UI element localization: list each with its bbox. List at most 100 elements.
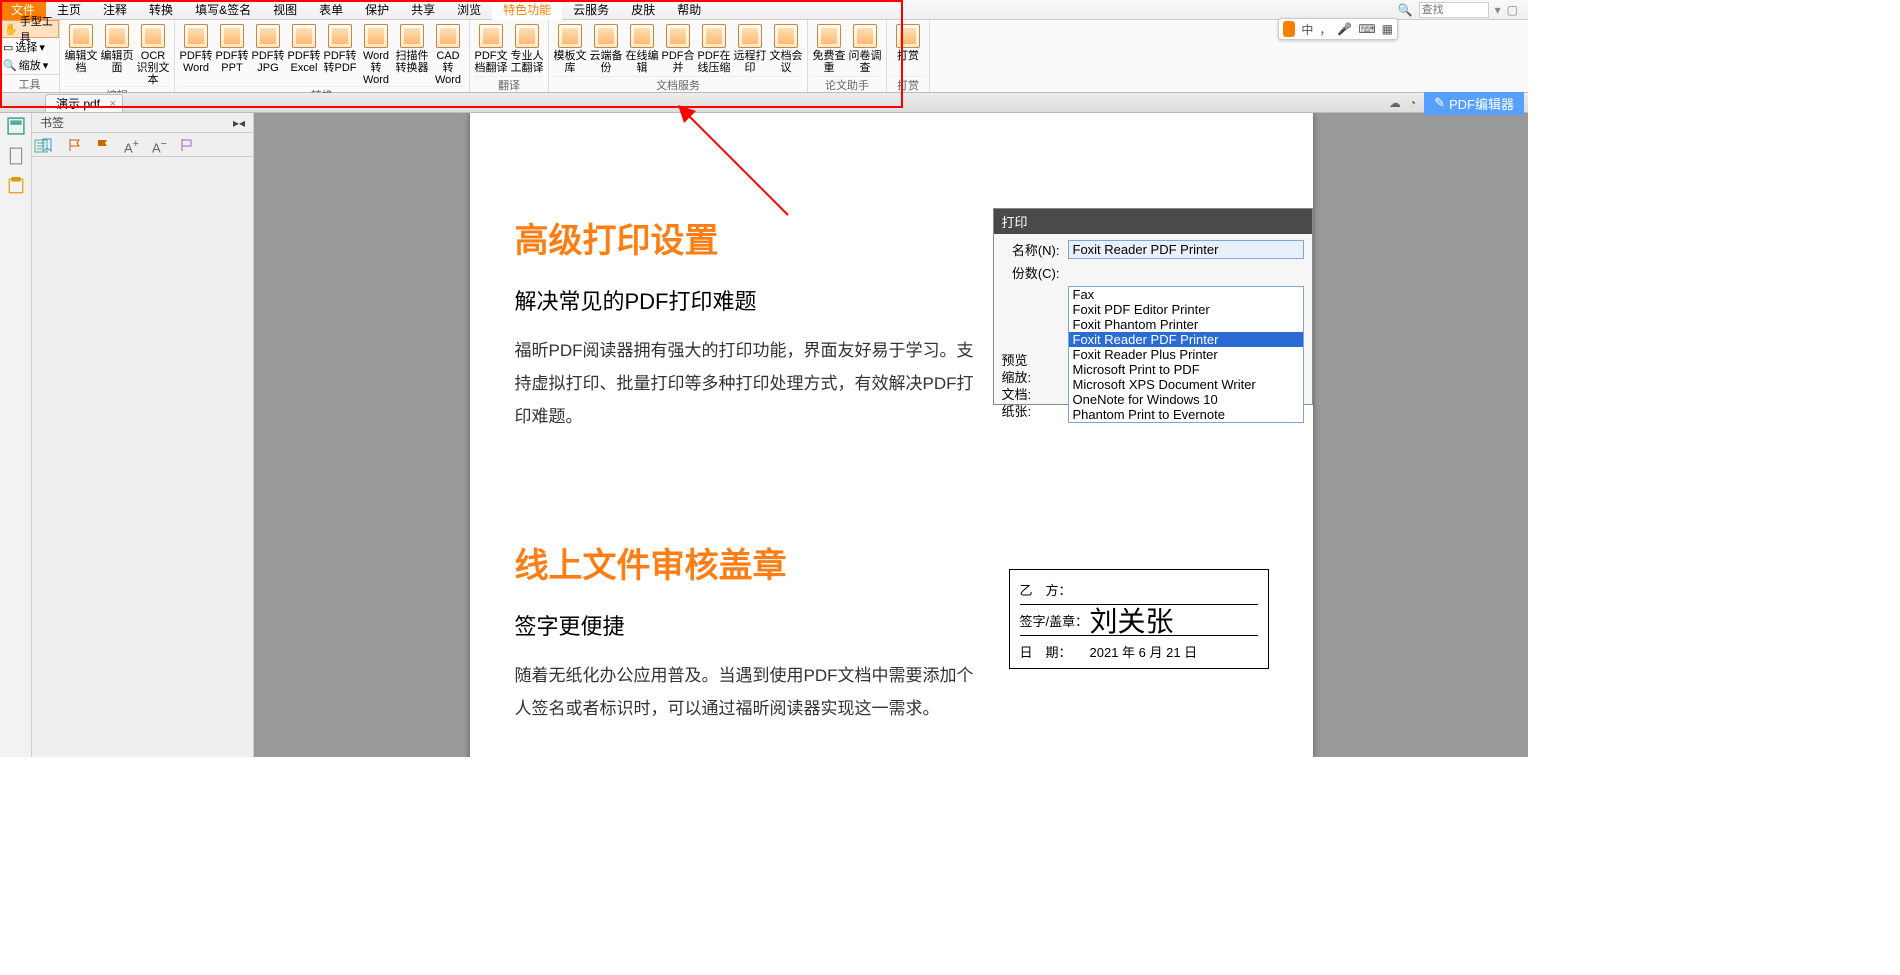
edit-doc-icon [69, 24, 93, 48]
tab-label: 演示.pdf [56, 95, 100, 112]
paragraph-print: 福昕PDF阅读器拥有强大的打印功能，界面友好易于学习。支持虚拟打印、批量打印等多… [515, 334, 975, 433]
rail-page-icon[interactable] [7, 147, 25, 165]
select-tool[interactable]: ▭选择▾ [0, 38, 59, 56]
ime-keyboard-icon[interactable]: ⌨ [1358, 22, 1375, 36]
search-area: 🔍 ▾ ▢ [1398, 2, 1528, 18]
compress-icon [702, 24, 726, 48]
sign-party-label: 乙 方： [1020, 580, 1090, 599]
print-name-select: Foxit Reader PDF Printer [1068, 240, 1304, 259]
cloud-sync-icon[interactable]: ☁ [1389, 96, 1401, 110]
edit-doc-button[interactable]: 编辑文档 [64, 22, 98, 86]
pdf-page: 高级打印设置 解决常见的PDF打印难题 福昕PDF阅读器拥有强大的打印功能，界面… [470, 113, 1313, 757]
print-dialog-title: 打印 [994, 209, 1312, 234]
ime-voice-icon[interactable]: 🎤 [1337, 22, 1352, 36]
word-to-word-button[interactable]: Word转Word [359, 22, 393, 86]
document-tab[interactable]: 演示.pdf × [45, 94, 123, 112]
menu-share[interactable]: 共享 [400, 0, 446, 20]
printer-list: Fax Foxit PDF Editor Printer Foxit Phant… [1068, 286, 1304, 423]
cloud-backup-button[interactable]: 云端备份 [589, 22, 623, 76]
menu-read[interactable]: 浏览 [446, 0, 492, 20]
signature-box-mock: 乙 方： 签字/盖章：刘关张 日 期：2021 年 6 月 21 日 [1009, 569, 1269, 669]
scan-convert-button[interactable]: 扫描件转换器 [395, 22, 429, 86]
menu-fill-sign[interactable]: 填写&签名 [184, 0, 262, 20]
menu-comment[interactable]: 注释 [92, 0, 138, 20]
edit-page-button[interactable]: 编辑页面 [100, 22, 134, 86]
ocr-icon [141, 24, 165, 48]
menu-view[interactable]: 视图 [262, 0, 308, 20]
bm-font-dec-icon[interactable]: A− [152, 138, 166, 152]
user-icon[interactable]: ◔ [1409, 96, 1416, 110]
search-icon[interactable]: 🔍 [1398, 3, 1413, 17]
bookmarks-collapse-icon[interactable]: ▸◂ [233, 116, 245, 130]
printer-opt: Foxit Reader Plus Printer [1069, 347, 1303, 362]
menu-convert[interactable]: 转换 [138, 0, 184, 20]
free-check-button[interactable]: 免费查重 [812, 22, 846, 76]
bm-side-icon[interactable] [34, 139, 48, 153]
hand-tool[interactable]: ✋手型工具 [0, 20, 59, 38]
rail-clipboard-icon[interactable] [7, 177, 25, 195]
ime-punct-icon[interactable]: ， [1319, 21, 1331, 38]
search-dropdown-icon[interactable]: ▾ [1495, 3, 1501, 17]
online-edit-icon [630, 24, 654, 48]
bookmarks-label: 书签 [40, 114, 64, 131]
print-copies-label: 份数(C): [1002, 263, 1060, 282]
menu-special[interactable]: 特色功能 [492, 0, 562, 20]
bm-flag2-icon[interactable] [96, 138, 110, 152]
menu-protect[interactable]: 保护 [354, 0, 400, 20]
sign-date: 2021 年 6 月 21 日 [1090, 642, 1198, 661]
bm-flag-icon[interactable] [68, 138, 82, 152]
pdf-editor-button[interactable]: ✎ PDF编辑器 [1424, 92, 1524, 115]
ime-menu-icon[interactable]: ▦ [1382, 22, 1393, 36]
menu-skin[interactable]: 皮肤 [620, 0, 666, 20]
menu-cloud[interactable]: 云服务 [562, 0, 620, 20]
printer-opt-selected: Foxit Reader PDF Printer [1069, 332, 1303, 347]
online-edit-button[interactable]: 在线编辑 [625, 22, 659, 76]
pdf-excel-icon [292, 24, 316, 48]
zoom-tool[interactable]: 🔍缩放▾ [0, 56, 59, 74]
printer-opt: Microsoft XPS Document Writer [1069, 377, 1303, 392]
window-min-icon[interactable]: ▢ [1507, 3, 1518, 17]
reward-button[interactable]: 打赏 [891, 22, 925, 76]
search-input[interactable] [1419, 2, 1489, 18]
merge-icon [666, 24, 690, 48]
pdf-to-word-button[interactable]: PDF转Word [179, 22, 213, 86]
bm-font-inc-icon[interactable]: A+ [124, 138, 138, 152]
document-tabstrip: 演示.pdf × ☁ ◔ ✎ PDF编辑器 [0, 93, 1528, 113]
menu-help[interactable]: 帮助 [666, 0, 712, 20]
pro-translate-button[interactable]: 专业人工翻译 [510, 22, 544, 76]
cad-icon [436, 24, 460, 48]
survey-button[interactable]: 问卷调查 [848, 22, 882, 76]
ime-lang[interactable]: 中 [1301, 21, 1313, 38]
ribbon-group-paper: 免费查重 问卷调查 论文助手 [808, 20, 887, 92]
sign-name: 刘关张 [1090, 600, 1174, 640]
pdf-to-ppt-button[interactable]: PDF转PPT [215, 22, 249, 86]
pdf-translate-button[interactable]: PDF文档翻译 [474, 22, 508, 76]
tab-close-icon[interactable]: × [110, 98, 116, 110]
pdf-merge-button[interactable]: PDF合并 [661, 22, 695, 76]
rail-thumbnail-icon[interactable] [7, 117, 25, 135]
bookmarks-panel: 书签 ▸◂ A+ A− [32, 113, 254, 757]
zoom-icon: 🔍 [3, 59, 17, 72]
pdf-compress-button[interactable]: PDF在线压缩 [697, 22, 731, 76]
sign-date-label: 日 期： [1020, 642, 1090, 661]
bm-flag3-icon[interactable] [180, 138, 194, 152]
doc-meeting-button[interactable]: 文档会议 [769, 22, 803, 76]
pdf-to-jpg-button[interactable]: PDF转JPG [251, 22, 285, 86]
printer-opt: OneNote for Windows 10 [1069, 392, 1303, 407]
page-area[interactable]: 高级打印设置 解决常见的PDF打印难题 福昕PDF阅读器拥有强大的打印功能，界面… [254, 113, 1528, 757]
pdf-to-excel-button[interactable]: PDF转Excel [287, 22, 321, 86]
ime-toolbar[interactable]: 中 ， 🎤 ⌨ ▦ [1278, 18, 1398, 40]
hand-icon: ✋ [4, 23, 18, 36]
pdf-ppt-icon [220, 24, 244, 48]
print-left-labels: 预览 缩放: 文档: 纸张: [1002, 352, 1032, 420]
cad-to-word-button[interactable]: CAD转Word [431, 22, 465, 86]
edit-page-icon [105, 24, 129, 48]
pdf-to-pdf-button[interactable]: PDF转转PDF [323, 22, 357, 86]
tools-group-label: 工具 [0, 74, 59, 92]
menu-form[interactable]: 表单 [308, 0, 354, 20]
template-button[interactable]: 模板文库 [553, 22, 587, 76]
bookmarks-toolbar: A+ A− [32, 133, 253, 157]
sign-stamp-label: 签字/盖章： [1020, 611, 1090, 630]
ocr-button[interactable]: OCR识别文本 [136, 22, 170, 86]
remote-print-button[interactable]: 远程打印 [733, 22, 767, 76]
